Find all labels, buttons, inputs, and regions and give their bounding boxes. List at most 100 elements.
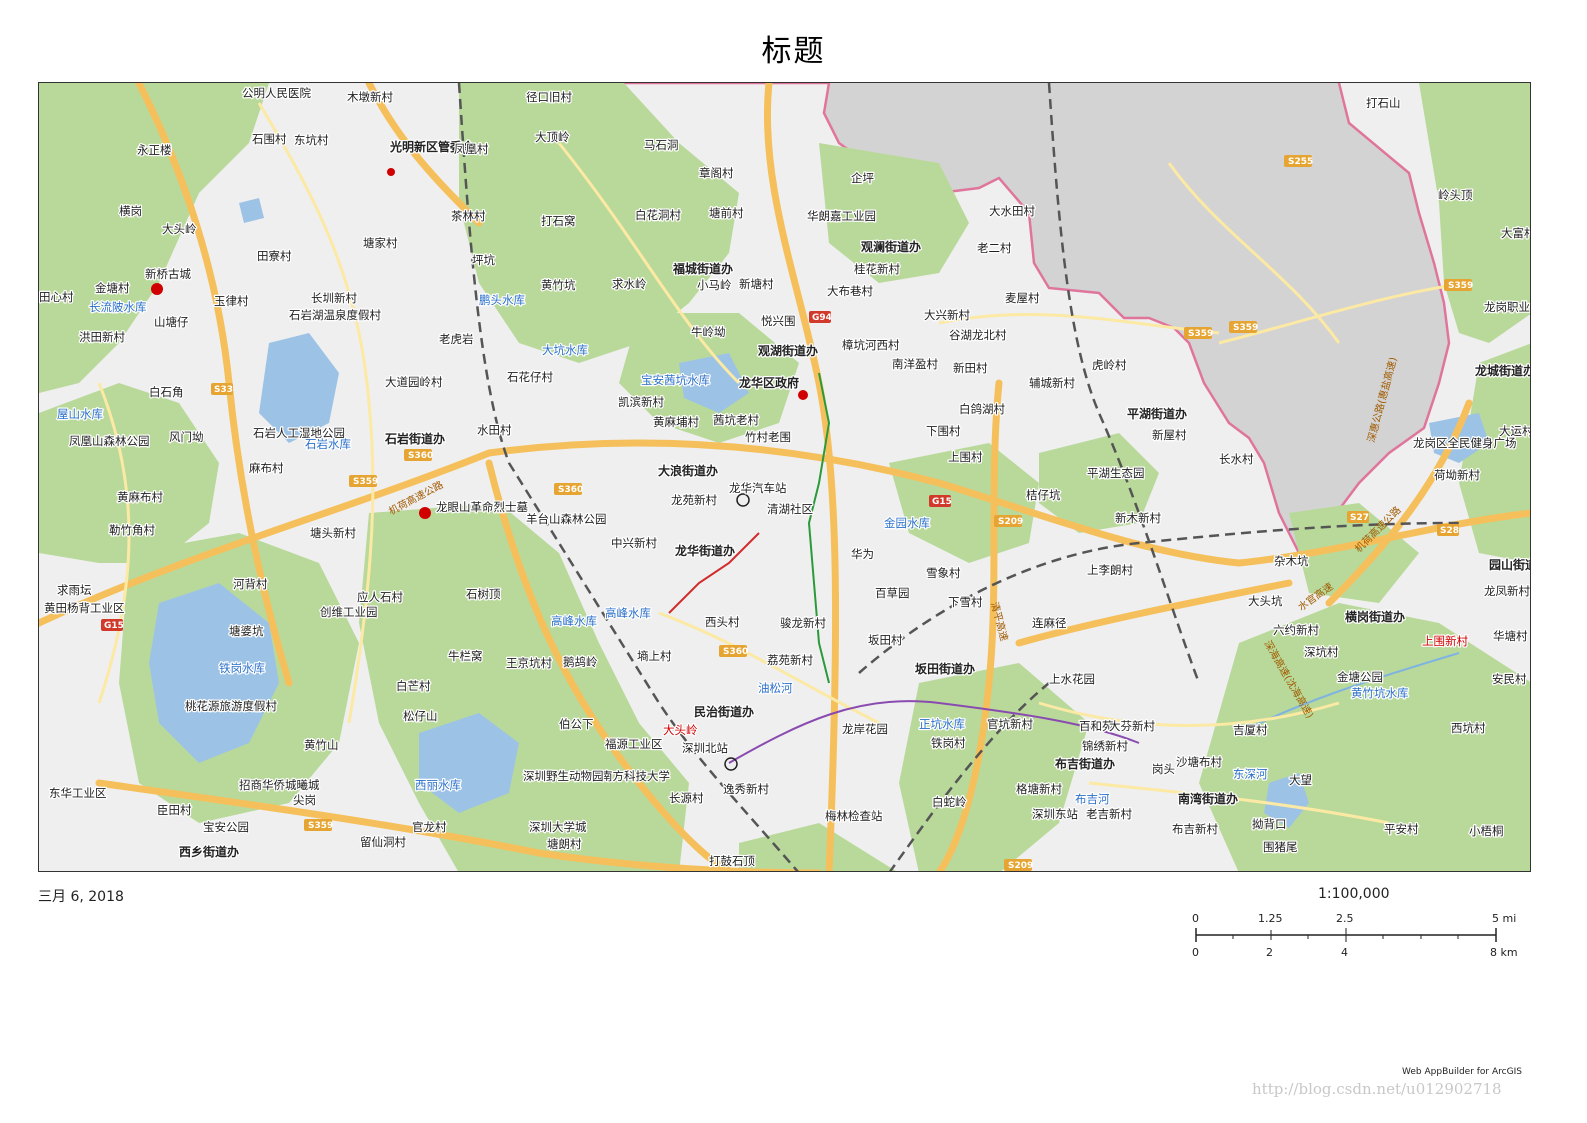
map-label: 新桥古城 <box>145 267 191 281</box>
map-label: 永正楼 <box>137 143 172 157</box>
map-label: 招商华侨城曦城 <box>239 778 320 792</box>
map-label: 东深河 <box>1233 767 1268 781</box>
road-shield: S209 <box>1008 861 1033 871</box>
map-label: 平湖生态园 <box>1087 466 1145 480</box>
map-label: 官坑新村 <box>987 717 1033 731</box>
map-label: 清湖社区 <box>767 502 813 516</box>
map-label: 宝安公园 <box>203 820 249 834</box>
map-label: 石岩水库 <box>305 437 351 451</box>
map-label: 骏龙新村 <box>780 616 826 630</box>
map-label: 田寮村 <box>257 249 292 263</box>
scale-label-km: 2 <box>1266 946 1273 959</box>
map-label: 鹅鸪岭 <box>563 655 598 669</box>
map-label: 桂花新村 <box>854 262 900 276</box>
map-label: 龙华街道办 <box>675 543 735 558</box>
map-label: 老二村 <box>977 241 1012 255</box>
map-label: 园山街道办 <box>1489 557 1531 572</box>
map-label: 白鸽湖村 <box>959 402 1005 416</box>
map-label: 径口旧村 <box>526 90 572 104</box>
map-label: 杂木坑 <box>1274 554 1309 568</box>
map-label: 龙城街道办 <box>1475 363 1531 378</box>
map-label: 大芬新村 <box>1109 719 1155 733</box>
map-label: 河背村 <box>233 577 268 591</box>
map-label: 长源村 <box>669 791 704 805</box>
map-label: 茜坑老村 <box>713 413 759 427</box>
map-label: 长流陂水库 <box>89 300 147 314</box>
map-label: 格塘新村 <box>1016 782 1062 796</box>
map-label: 布吉河 <box>1075 792 1110 806</box>
map-label: 上李朗村 <box>1087 563 1133 577</box>
map-label: 大坑水库 <box>542 343 588 357</box>
map-label: 铁岗村 <box>931 736 966 750</box>
map-frame[interactable]: S255 S359 S359 S359 G94 S33 S360 S360 S3… <box>38 82 1531 872</box>
road-shield: S360 <box>408 451 433 461</box>
map-label: 黄竹山 <box>304 738 339 752</box>
map-label: 竹村老围 <box>745 430 791 444</box>
map-label: 石花仔村 <box>507 370 553 384</box>
map-label: 中兴新村 <box>611 536 657 550</box>
map-label: 安民村 <box>1492 672 1527 686</box>
map-label: 民治街道办 <box>694 704 754 719</box>
print-date: 三月 6, 2018 <box>38 889 124 905</box>
map-label: 龙眼山革命烈士墓 <box>436 500 528 514</box>
map-label: 高峰水库 <box>605 606 651 620</box>
map-label: 新屋村 <box>1152 428 1187 442</box>
map-label: 墒上村 <box>637 649 672 663</box>
map-label: 小梧桐 <box>1469 824 1504 838</box>
map-label: 龙苑新村 <box>671 493 717 507</box>
road-shield: S360 <box>558 485 583 495</box>
map-label: 石岩湖温泉度假村 <box>289 308 381 322</box>
map-label: 黄竹坑水库 <box>1351 686 1409 700</box>
map-label: 大头岭 <box>162 222 197 236</box>
map-label: 深圳野生动物园 <box>523 769 604 783</box>
scale-bar: 0 1.25 2.5 5 mi 0 2 4 8 km <box>1180 908 1540 968</box>
map-label: 松仔山 <box>403 709 438 723</box>
map-label: 大富村 <box>1501 226 1531 240</box>
scale-label-km: 4 <box>1341 946 1348 959</box>
road-shield: S359 <box>1188 329 1213 339</box>
map-label: 大望 <box>1289 773 1312 787</box>
map-label: 龙华汽车站 <box>729 481 787 495</box>
map-label: 章阁村 <box>699 166 734 180</box>
map-label: 应人石村 <box>357 590 403 604</box>
map-canvas[interactable]: S255 S359 S359 S359 G94 S33 S360 S360 S3… <box>39 83 1531 872</box>
map-label: 大顶岭 <box>535 130 570 144</box>
map-label: 围猪尾 <box>1263 840 1298 854</box>
map-label: 黄竹坑 <box>541 278 576 292</box>
map-label: 深圳大学城 <box>529 820 587 834</box>
map-label: 塘前村 <box>709 206 744 220</box>
map-label: 石岩街道办 <box>384 431 445 446</box>
map-label: 平安村 <box>1384 822 1419 836</box>
map-label: 大头岭 <box>663 723 698 737</box>
map-label: 公明人民医院 <box>242 86 311 100</box>
map-label: 企坪 <box>851 171 874 185</box>
map-label: 塘头新村 <box>310 526 356 540</box>
map-label: 金塘村 <box>95 281 130 295</box>
map-label: 华朗嘉工业园 <box>807 209 876 223</box>
map-label: 老虎岩 <box>439 332 474 346</box>
map-label: 留仙洞村 <box>360 835 406 849</box>
map-label: 新木新村 <box>1115 511 1161 525</box>
map-label: 伯公下 <box>559 717 594 731</box>
map-label: 麻布村 <box>249 461 284 475</box>
print-title: 标题 <box>761 34 826 69</box>
map-label: 金园水库 <box>884 516 930 530</box>
map-label: 上水花园 <box>1049 672 1095 686</box>
map-label: 凯滨新村 <box>618 395 664 409</box>
map-label: 荷坳新村 <box>1434 468 1480 482</box>
map-label: 逸秀新村 <box>723 782 769 796</box>
map-label: 龙凤新村 <box>1484 584 1530 598</box>
map-label: 岗头 <box>1152 762 1175 776</box>
map-label: 正坑水库 <box>919 717 965 731</box>
map-label: 西坑村 <box>1451 721 1486 735</box>
map-label: 打石窝 <box>541 214 576 228</box>
map-label: 悦兴围 <box>761 314 796 328</box>
scale-label-mi: 2.5 <box>1336 912 1354 925</box>
map-label: 屋山水库 <box>57 407 103 421</box>
map-label: 吉厦村 <box>1233 723 1268 737</box>
map-label: 上围新村 <box>1422 634 1468 648</box>
map-label: 木墩新村 <box>347 90 393 104</box>
map-label: 横岗 <box>119 204 142 218</box>
map-label: 小马岭 <box>697 278 732 292</box>
map-label: 布吉街道办 <box>1055 756 1115 771</box>
